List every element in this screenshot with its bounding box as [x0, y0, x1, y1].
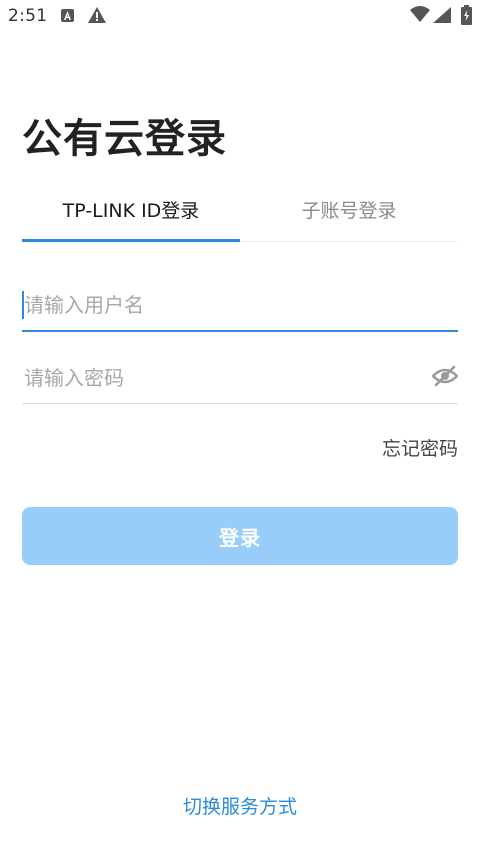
signal-icon [433, 7, 451, 27]
login-tabs: TP-LINK ID登录 子账号登录 [22, 190, 458, 242]
tab-sub-account[interactable]: 子账号登录 [240, 190, 458, 242]
username-field-wrapper [22, 280, 458, 332]
login-button[interactable]: 登录 [22, 507, 458, 565]
forgot-password-link[interactable]: 忘记密码 [382, 434, 458, 461]
tab-active-indicator [22, 239, 240, 242]
battery-charging-icon [461, 5, 472, 29]
tab-tplink-id[interactable]: TP-LINK ID登录 [22, 190, 240, 242]
text-cursor [22, 291, 24, 319]
page-title: 公有云登录 [22, 116, 227, 162]
password-input[interactable] [22, 352, 458, 403]
switch-service-link[interactable]: 切换服务方式 [0, 792, 480, 819]
password-field-wrapper [22, 352, 459, 404]
warning-icon [88, 7, 106, 27]
wifi-icon [410, 6, 430, 26]
status-bar: 2:51 [0, 0, 480, 34]
eye-off-icon[interactable] [431, 364, 459, 388]
a-icon [61, 9, 74, 22]
status-time: 2:51 [8, 6, 48, 26]
username-input[interactable] [22, 280, 458, 330]
